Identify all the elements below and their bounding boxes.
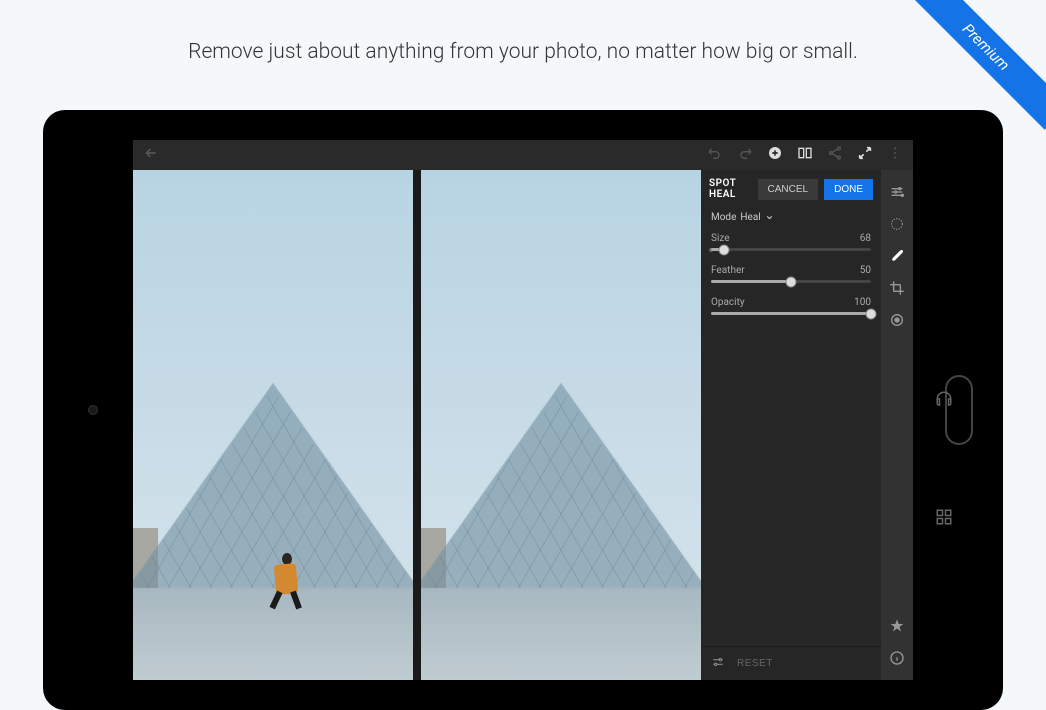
settings-icon[interactable]	[711, 655, 725, 672]
feather-value: 50	[860, 265, 871, 276]
info-icon[interactable]	[885, 646, 909, 670]
main-area: SPOT HEAL CANCEL DONE Mode Heal Size 68 F…	[133, 170, 913, 680]
opacity-label: Opacity	[711, 297, 745, 308]
size-label: Size	[711, 233, 730, 244]
chevron-down-icon	[765, 213, 774, 222]
back-icon[interactable]	[143, 145, 159, 165]
heal-panel: SPOT HEAL CANCEL DONE Mode Heal Size 68 F…	[701, 170, 881, 680]
panel-title: SPOT HEAL	[709, 178, 752, 200]
mode-label: Mode	[711, 212, 736, 223]
crop-icon[interactable]	[885, 276, 909, 300]
app-screen: SPOT HEAL CANCEL DONE Mode Heal Size 68 F…	[133, 140, 913, 680]
add-icon[interactable]	[767, 145, 783, 165]
after-image	[421, 170, 701, 680]
share-icon[interactable]	[827, 145, 843, 165]
premium-ribbon-label: Premium	[903, 0, 1046, 130]
size-slider[interactable]: Size 68	[701, 227, 881, 259]
windows-icon	[935, 508, 953, 526]
undo-icon[interactable]	[707, 145, 723, 165]
done-button[interactable]: DONE	[824, 179, 873, 200]
image-canvas[interactable]	[133, 170, 701, 680]
reset-button[interactable]: RESET	[737, 658, 773, 669]
heal-brush-icon[interactable]	[885, 244, 909, 268]
opacity-slider[interactable]: Opacity 100	[701, 291, 881, 323]
compare-icon[interactable]	[797, 145, 813, 165]
before-image	[133, 170, 413, 680]
headphone-icon	[935, 390, 953, 408]
topbar	[133, 140, 913, 170]
feather-slider[interactable]: Feather 50	[701, 259, 881, 291]
tablet-camera	[88, 405, 98, 415]
tool-rail	[881, 170, 913, 680]
mode-value: Heal	[740, 212, 760, 223]
star-icon[interactable]	[885, 614, 909, 638]
feather-label: Feather	[711, 265, 745, 276]
premium-ribbon: Premium	[896, 0, 1046, 150]
aperture-icon[interactable]	[885, 212, 909, 236]
cancel-button[interactable]: CANCEL	[758, 179, 819, 200]
tablet-side-icons	[935, 390, 953, 526]
tablet-frame: SPOT HEAL CANCEL DONE Mode Heal Size 68 F…	[43, 110, 1003, 710]
size-value: 68	[860, 233, 871, 244]
opacity-value: 100	[854, 297, 871, 308]
sliders-icon[interactable]	[885, 180, 909, 204]
fullscreen-icon[interactable]	[857, 145, 873, 165]
mode-selector[interactable]: Mode Heal	[701, 208, 881, 227]
redo-icon[interactable]	[737, 145, 753, 165]
headline: Remove just about anything from your pho…	[0, 0, 1046, 94]
blemish-icon[interactable]	[885, 308, 909, 332]
